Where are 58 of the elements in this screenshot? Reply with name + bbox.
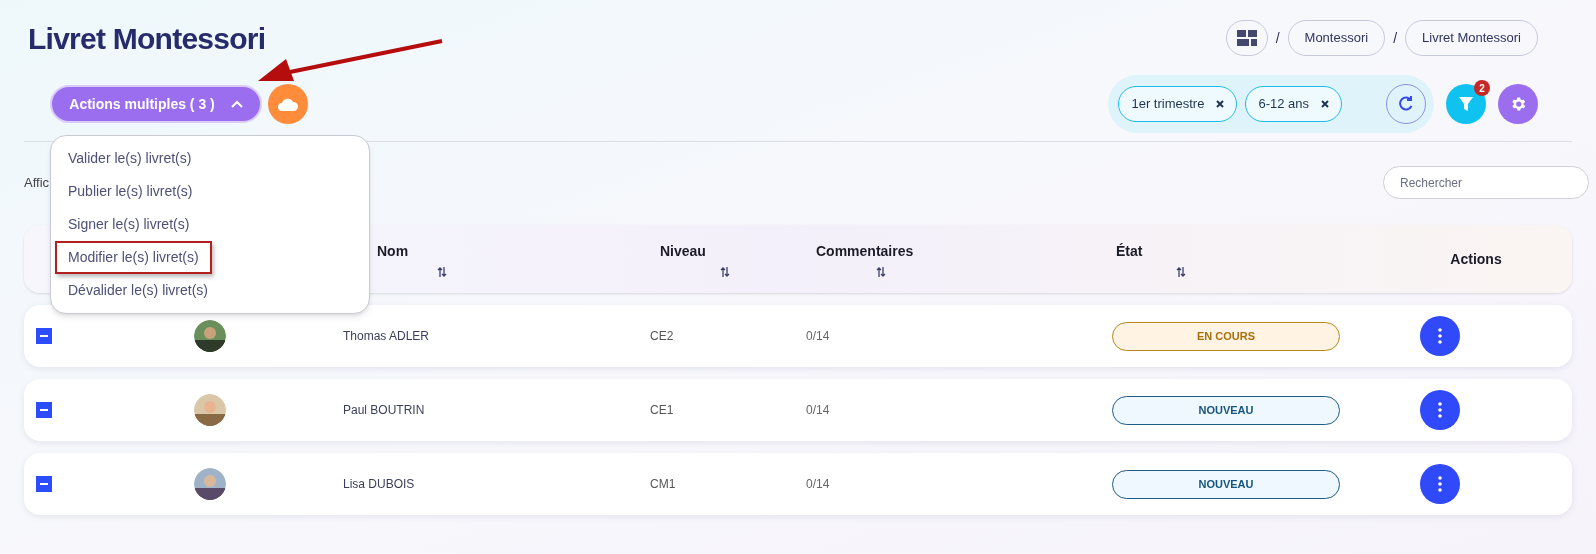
table-row[interactable]: Paul BOUTRIN CE1 0/14 NOUVEAU bbox=[24, 379, 1572, 441]
breadcrumb-separator: / bbox=[1393, 29, 1397, 48]
column-header: État bbox=[1116, 241, 1143, 261]
filter-label: 6-12 ans bbox=[1258, 95, 1309, 114]
student-name: Lisa DUBOIS bbox=[343, 476, 416, 493]
column-header: Commentaires bbox=[816, 241, 914, 261]
student-name: Paul BOUTRIN bbox=[343, 402, 426, 419]
sort-icon[interactable] bbox=[1176, 265, 1186, 278]
cloud-icon bbox=[277, 96, 299, 112]
table-row[interactable]: Thomas ADLER CE2 0/14 EN COURS bbox=[24, 305, 1572, 367]
row-checkbox[interactable] bbox=[36, 476, 52, 492]
status-badge: EN COURS bbox=[1112, 321, 1340, 351]
menu-item[interactable]: Dévalider le(s) livret(s) bbox=[55, 274, 222, 307]
more-button[interactable] bbox=[1420, 464, 1460, 504]
filter-chip[interactable]: 6-12 ans bbox=[1245, 86, 1342, 122]
status-badge: NOUVEAU bbox=[1112, 469, 1340, 499]
sort-icon[interactable] bbox=[876, 265, 886, 278]
menu-item[interactable]: Signer le(s) livret(s) bbox=[55, 208, 203, 241]
more-button[interactable] bbox=[1420, 316, 1460, 356]
table-row[interactable]: Lisa DUBOIS CM1 0/14 NOUVEAU bbox=[24, 453, 1572, 515]
filter-button[interactable] bbox=[1446, 84, 1486, 124]
column-header: Nom bbox=[377, 241, 409, 261]
level-cell-text: CE1 bbox=[650, 402, 675, 419]
more-button[interactable] bbox=[1420, 390, 1460, 430]
comments-cell-text: 0/14 bbox=[806, 328, 831, 345]
refresh-icon bbox=[1397, 95, 1415, 113]
level-cell-text: CE2 bbox=[650, 328, 675, 345]
settings-button[interactable] bbox=[1498, 84, 1538, 124]
more-icon bbox=[1438, 402, 1442, 418]
comments-cell-text: 0/14 bbox=[806, 476, 831, 493]
grid-icon bbox=[1236, 30, 1257, 46]
sort-icon[interactable] bbox=[720, 265, 730, 278]
filter-label: 1er trimestre bbox=[1131, 95, 1205, 114]
bulk-actions-button[interactable]: Actions multiples ( 3 ) bbox=[50, 85, 262, 123]
filter-chip[interactable]: 1er trimestre bbox=[1118, 86, 1238, 122]
search-field[interactable]: Rechercher bbox=[1383, 166, 1589, 199]
chevron-icon bbox=[230, 100, 243, 108]
status-badge: NOUVEAU bbox=[1112, 395, 1340, 425]
menu-item[interactable]: Modifier le(s) livret(s) bbox=[55, 241, 212, 274]
filter-icon bbox=[1458, 96, 1474, 112]
level-cell-text: CM1 bbox=[650, 476, 677, 493]
filter-count-badge: 2 bbox=[1474, 80, 1490, 96]
sort-icon[interactable] bbox=[437, 265, 447, 278]
more-icon bbox=[1438, 476, 1442, 492]
close-icon[interactable] bbox=[1321, 100, 1329, 108]
row-checkbox[interactable] bbox=[36, 402, 52, 418]
comments-cell-text: 0/14 bbox=[806, 402, 831, 419]
more-icon bbox=[1438, 328, 1442, 344]
show-label: Affic bbox=[24, 173, 50, 192]
column-header: Actions bbox=[1450, 249, 1502, 269]
close-icon[interactable] bbox=[1216, 100, 1225, 108]
breadcrumb-separator: / bbox=[1275, 29, 1280, 48]
page-title: Livret Montessori bbox=[28, 21, 266, 57]
row-checkbox[interactable] bbox=[36, 328, 52, 344]
menu-item[interactable]: Publier le(s) livret(s) bbox=[55, 175, 206, 208]
student-name: Thomas ADLER bbox=[343, 328, 431, 345]
menu-item[interactable]: Valider le(s) livret(s) bbox=[55, 142, 205, 175]
column-header: Niveau bbox=[660, 241, 706, 261]
